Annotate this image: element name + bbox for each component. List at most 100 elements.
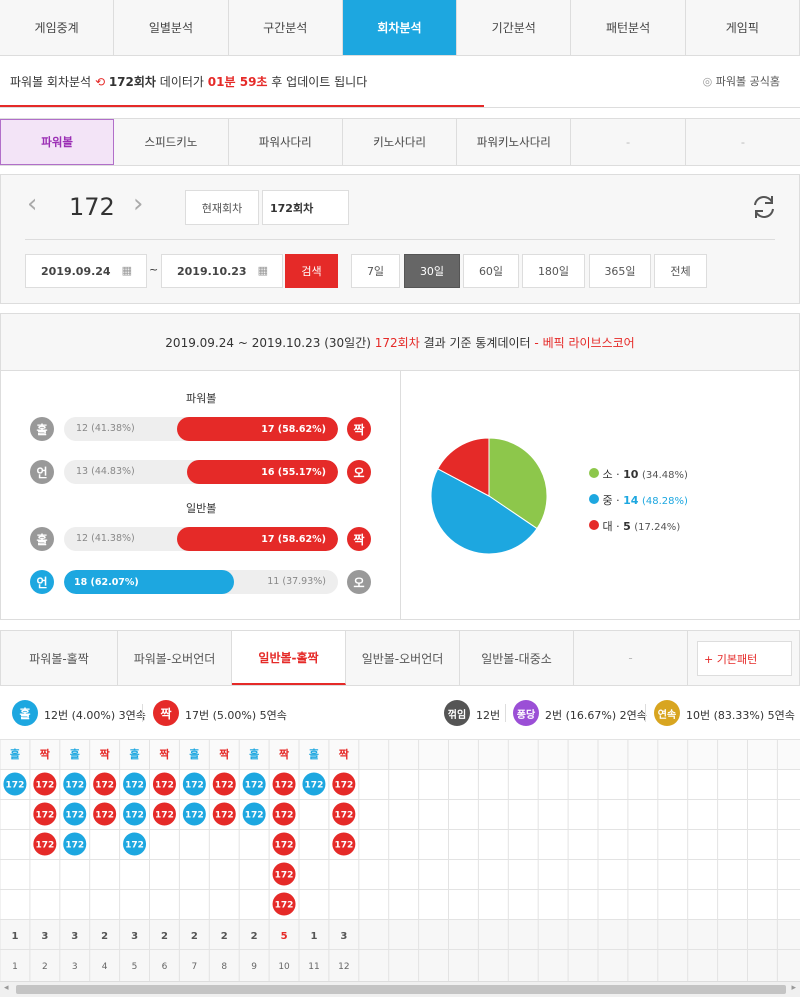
grid-ball-label: 172 — [275, 901, 294, 911]
period-all[interactable]: 전체 — [654, 254, 707, 288]
tab-section[interactable]: 구간분석 — [229, 0, 343, 55]
calendar-icon: ▦ — [121, 264, 132, 277]
pong-text: 2번 (16.67%) 2연속 — [545, 709, 647, 722]
grid-col-total: 2 — [161, 931, 168, 942]
tab-nb-size[interactable]: 일반볼-대중소 — [460, 631, 574, 685]
grid-col-total: 5 — [281, 931, 288, 942]
legend-small: 소 · 10 (34.48%) — [589, 462, 688, 488]
prev-round-button[interactable]: ‹ — [27, 189, 37, 219]
powerball-title: 파워볼 — [186, 392, 217, 405]
period-30d[interactable]: 30일 — [404, 254, 460, 288]
break-text: 12번 — [476, 709, 501, 722]
round-number: 172 — [69, 193, 115, 221]
legend-big-pct: (17.24%) — [634, 522, 681, 533]
stat-bar-left-value: 13 (44.83%) — [76, 466, 135, 477]
period-365d[interactable]: 365일 — [589, 254, 651, 288]
stat-bar-fill: 17 (58.62%) — [177, 527, 338, 551]
grid-ball-label: 172 — [275, 811, 294, 821]
grid-ball-label: 172 — [35, 811, 54, 821]
fingerprint-icon: ◎ — [702, 75, 713, 88]
grid-ball-label: 172 — [35, 781, 54, 791]
dot-icon — [589, 494, 599, 504]
date-to-field[interactable]: 2019.10.23 ▦ — [161, 254, 283, 288]
current-round-button[interactable]: 현재회차 — [185, 190, 259, 225]
legend-small-count: 10 — [623, 468, 639, 481]
clock-icon: ⟲ — [94, 75, 105, 89]
search-button[interactable]: 검색 — [285, 254, 338, 288]
official-home-link[interactable]: ◎ 파워볼 공식홈 — [703, 73, 780, 89]
grid-col-header: 짝 — [219, 747, 229, 761]
legend-big-count: 5 — [623, 520, 631, 533]
tab-empty-2: - — [740, 135, 745, 149]
info-mid: 데이터가 — [159, 75, 204, 89]
tab-powerball[interactable]: 파워볼 — [0, 119, 115, 165]
tab-daily[interactable]: 일별분석 — [114, 0, 229, 55]
grid-ball-label: 172 — [125, 841, 144, 851]
stat-bar-left-value: 12 (41.38%) — [76, 533, 135, 544]
grid-col-header: 홀 — [70, 747, 80, 761]
tab-period[interactable]: 기간분석 — [457, 0, 572, 55]
grid-ball-label: 172 — [6, 781, 25, 791]
stat-left-badge: 홀 — [30, 417, 54, 441]
period-7d[interactable]: 7일 — [351, 254, 400, 288]
tab-live[interactable]: 게임중계 — [0, 0, 115, 55]
round-input[interactable]: 172회차 — [262, 190, 349, 225]
tab-powerkenoladder[interactable]: 파워키노사다리 — [457, 119, 572, 165]
odd-badge: 홀 — [12, 700, 38, 726]
date-sep: ~ — [149, 263, 159, 276]
grid-ball-label: 172 — [35, 841, 54, 851]
tab-pick[interactable]: 게임픽 — [686, 0, 800, 55]
grid-col-index: 3 — [72, 962, 78, 972]
grid-col-total: 3 — [131, 931, 138, 942]
grid-ball-label: 172 — [245, 811, 264, 821]
legend-small-pct: (34.48%) — [641, 470, 688, 481]
grid-col-total: 3 — [340, 931, 347, 942]
date-to-value: 2019.10.23 — [177, 264, 247, 278]
refresh-icon[interactable] — [749, 192, 779, 222]
period-180d[interactable]: 180일 — [522, 254, 585, 288]
grid-ball-label: 172 — [65, 841, 84, 851]
pie-chart — [430, 437, 548, 555]
grid-col-total: 2 — [251, 931, 258, 942]
stat-bar: 11 (37.93%) 18 (62.07%) — [64, 570, 338, 594]
tab-round[interactable]: 회차분석 — [342, 0, 458, 55]
tab-nb-oddeven[interactable]: 일반볼-홀짝 — [232, 631, 346, 685]
divider — [505, 704, 506, 722]
next-round-button[interactable]: › — [133, 189, 143, 219]
tab-nb-overunder[interactable]: 일반볼-오버언더 — [346, 631, 460, 685]
legend-mid: 중 · 14 (48.28%) — [589, 488, 688, 514]
period-60d[interactable]: 60일 — [463, 254, 519, 288]
stats-brand: - 베픽 라이브스코어 — [534, 335, 635, 350]
stat-left-badge: 언 — [30, 570, 54, 594]
legend-mid-name: 중 — [602, 494, 613, 507]
grid-col-index: 5 — [132, 962, 138, 972]
scroll-thumb[interactable] — [16, 985, 786, 994]
grid-col-total: 3 — [41, 931, 48, 942]
stat-right-badge: 오 — [347, 460, 371, 484]
tab-speedkeno[interactable]: 스피드키노 — [114, 119, 229, 165]
grid-ball-label: 172 — [275, 781, 294, 791]
tab-powerladder[interactable]: 파워사다리 — [229, 119, 343, 165]
grid-ball-label: 172 — [155, 781, 174, 791]
tab-kenoladder[interactable]: 키노사다리 — [343, 119, 458, 165]
grid-col-header: 홀 — [129, 747, 139, 761]
info-timer: 01분 59초 — [207, 75, 268, 89]
horizontal-scrollbar[interactable]: ◂ ▸ — [0, 981, 800, 997]
grid-ball-label: 172 — [334, 781, 353, 791]
tab-pattern[interactable]: 패턴분석 — [571, 0, 686, 55]
break-badge: 꺾임 — [444, 700, 470, 726]
pattern-grid: 홀 172 1 1 짝 172 172 172 3 2 홀 172 172 172 3 3 짝 172 172 2 4 홀… — [0, 739, 800, 981]
legend-small-name: 소 — [602, 468, 613, 481]
date-from-field[interactable]: 2019.09.24 ▦ — [25, 254, 147, 288]
basic-pattern-button[interactable]: + 기본패턴 — [697, 641, 792, 676]
grid-ball-label: 172 — [334, 841, 353, 851]
scroll-right-icon[interactable]: ▸ — [791, 983, 796, 993]
grid-col-index: 7 — [191, 962, 197, 972]
scroll-left-icon[interactable]: ◂ — [4, 983, 9, 993]
tab-pb-oddeven[interactable]: 파워볼-홀짝 — [1, 631, 118, 685]
tab-pb-overunder[interactable]: 파워볼-오버언더 — [118, 631, 232, 685]
grid-col-index: 1 — [12, 962, 18, 972]
normalball-title: 일반볼 — [186, 502, 217, 515]
odd-text: 12번 (4.00%) 3연속 — [44, 709, 146, 722]
grid-ball-label: 172 — [155, 811, 174, 821]
